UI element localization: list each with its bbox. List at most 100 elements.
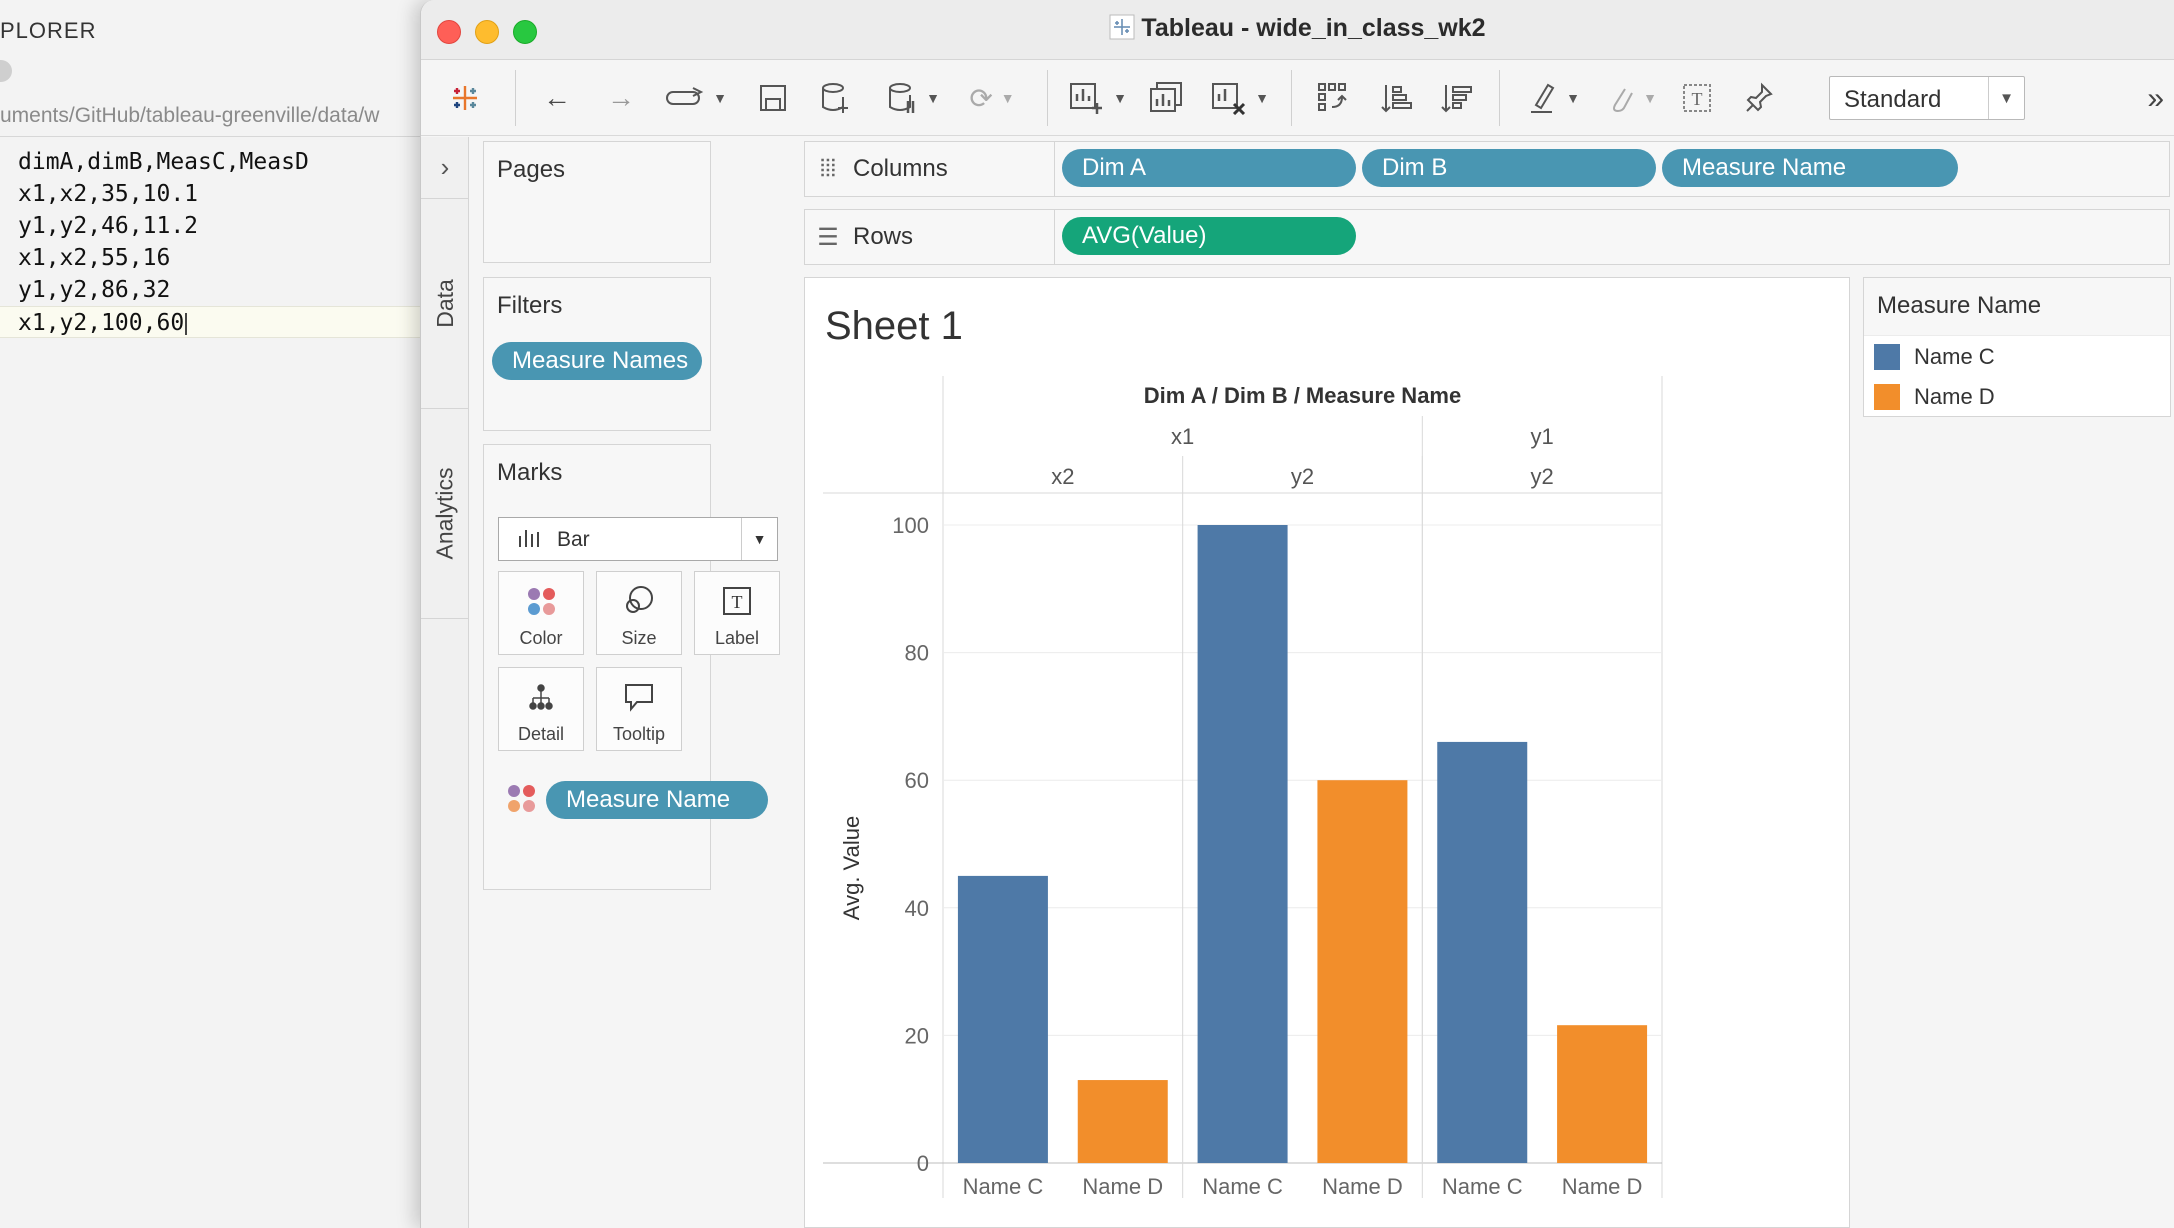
tooltip-label: Tooltip [612, 724, 666, 744]
column-pill-measure-name[interactable]: Measure Name [1662, 149, 1958, 187]
new-worksheet-icon[interactable]: ▼ [1061, 76, 1135, 120]
legend-swatch [1874, 384, 1900, 410]
legend-item-label: Name C [1914, 344, 1995, 369]
rows-icon: ☰ [817, 223, 839, 251]
legend-item-name-d[interactable]: Name D [1874, 382, 1995, 412]
tab-data[interactable]: Data [421, 199, 469, 409]
back-icon[interactable]: ← [535, 76, 579, 120]
bar-chart: Dim A / Dim B / Measure Name x1 y1 0 20 40 60 8… [823, 376, 1663, 1199]
bar-name-d [1317, 780, 1408, 1163]
toolbar-overflow-icon[interactable]: » [2147, 82, 2164, 116]
chevron-down-icon: ▼ [741, 518, 777, 560]
columns-icon: ⦙⦙⦙ [819, 155, 837, 182]
tableau-logo-icon[interactable] [443, 76, 487, 120]
sort-ascending-icon[interactable] [1375, 76, 1419, 120]
pages-card[interactable]: Pages [483, 141, 711, 263]
tooltip-button[interactable]: Tooltip [596, 667, 682, 751]
svg-text:T: T [732, 592, 743, 612]
svg-text:T: T [1692, 89, 1703, 109]
sort-descending-icon[interactable] [1435, 76, 1479, 120]
code-line-text: x1,y2,100,60 [18, 310, 185, 336]
chevron-down-icon: ▼ [1988, 77, 2024, 119]
y-tick-label: 60 [905, 768, 929, 793]
save-icon[interactable] [751, 76, 795, 120]
filters-card[interactable]: Filters Measure Names [483, 277, 711, 431]
row-pill-avg-value[interactable]: AVG(Value) [1062, 217, 1356, 255]
bar-name-c [1437, 741, 1528, 1163]
label-button[interactable]: T Label [694, 571, 780, 655]
pages-title: Pages [497, 156, 566, 183]
pin-icon[interactable] [1737, 76, 1781, 120]
title-bar: Tableau - wide_in_class_wk2 [421, 0, 2174, 60]
text-caret [185, 312, 188, 335]
dim-b-label: y2 [1531, 464, 1554, 489]
toolbar: ← → ▼ ▼ ⟳ ▼ ▼ ▼ ▼ ▼ T Standard ▼ » [421, 60, 2174, 136]
columns-label: Columns [853, 155, 948, 182]
detail-icon [499, 680, 583, 714]
expand-panel-icon[interactable]: › [421, 137, 469, 199]
y-tick-label: 100 [892, 513, 929, 538]
tab-analytics-label: Analytics [431, 467, 458, 560]
color-pill-measure-name[interactable]: Measure Name [546, 781, 768, 819]
code-line-active[interactable]: x1,y2,100,60 [0, 306, 430, 338]
dim-b-label: y2 [1291, 464, 1314, 489]
size-label: Size [621, 628, 657, 648]
clear-sheet-icon[interactable]: ▼ [1203, 76, 1277, 120]
side-tab-strip: › Data Analytics [421, 137, 469, 1228]
code-line: dimA,dimB,MeasC,MeasD [18, 149, 309, 175]
detail-label: Detail [517, 724, 565, 744]
y-tick-label: 40 [905, 896, 929, 921]
code-line: y1,y2,86,32 [18, 277, 171, 303]
bar-name-d [1557, 1025, 1648, 1163]
refresh-icon[interactable]: ⟳ ▼ [957, 76, 1027, 120]
code-line: y1,y2,46,11.2 [18, 213, 199, 239]
detail-button[interactable]: Detail [498, 667, 584, 751]
highlight-icon[interactable]: ▼ [1517, 76, 1591, 120]
x-tick-label: Name C [1442, 1174, 1523, 1199]
columns-shelf[interactable]: ⦙⦙⦙ Columns Dim A Dim B Measure Name [804, 141, 2170, 197]
bar-name-c [1197, 525, 1288, 1163]
legend-item-name-c[interactable]: Name C [1874, 342, 1995, 372]
rows-label: Rows [853, 223, 914, 250]
chart-header: Dim A / Dim B / Measure Name [1144, 383, 1461, 408]
tableau-doc-icon [1109, 14, 1135, 40]
label-icon[interactable]: T [1675, 76, 1719, 120]
fit-dropdown-value: Standard [1844, 86, 1942, 113]
bar-name-d [1077, 1080, 1168, 1163]
dim-a-label: y1 [1531, 424, 1554, 449]
new-datasource-icon[interactable] [813, 76, 857, 120]
code-area[interactable]: dimA,dimB,MeasC,MeasD x1,x2,35,10.1 y1,y… [0, 146, 430, 338]
color-icon [499, 584, 583, 618]
sheet-view[interactable]: Sheet 1 Dim A / Dim B / Measure Name x1 y1… [804, 277, 1850, 1228]
column-pill-dim-a[interactable]: Dim A [1062, 149, 1356, 187]
forward-icon[interactable]: → [599, 76, 643, 120]
column-pill-dim-b[interactable]: Dim B [1362, 149, 1656, 187]
bar-chart-icon [517, 526, 541, 554]
color-label: Color [519, 628, 563, 648]
size-icon [597, 584, 681, 618]
x-tick-label: Name C [1202, 1174, 1283, 1199]
file-path: uments/GitHub/tableau-greenville/data/w [0, 104, 430, 137]
text-editor-panel: PLORER uments/GitHub/tableau-greenville/… [0, 0, 430, 1228]
explorer-title: PLORER [0, 18, 97, 43]
duplicate-sheet-icon[interactable] [1145, 76, 1189, 120]
group-icon[interactable]: ▼ [1597, 76, 1667, 120]
label-label: Label [714, 628, 760, 648]
filter-pill-measure-names[interactable]: Measure Names [492, 342, 702, 380]
swap-icon[interactable] [1311, 76, 1355, 120]
redo-icon[interactable]: ▼ [661, 76, 731, 120]
code-line: x1,x2,55,16 [18, 245, 171, 271]
pause-datasource-icon[interactable]: ▼ [873, 76, 953, 120]
mark-type-dropdown[interactable]: Bar ▼ [498, 517, 778, 561]
editor-dot-icon [0, 60, 12, 82]
rows-shelf[interactable]: ☰ Rows AVG(Value) [804, 209, 2170, 265]
size-button[interactable]: Size [596, 571, 682, 655]
mark-type-value: Bar [557, 528, 590, 551]
dim-a-label: x1 [1171, 424, 1194, 449]
fit-dropdown[interactable]: Standard ▼ [1829, 76, 2025, 120]
window-title-text: Tableau - wide_in_class_wk2 [1141, 14, 1486, 42]
color-button[interactable]: Color [498, 571, 584, 655]
color-legend[interactable]: Measure Name Name C Name D [1863, 277, 2171, 417]
tab-analytics[interactable]: Analytics [421, 409, 469, 619]
legend-item-label: Name D [1914, 384, 1995, 409]
